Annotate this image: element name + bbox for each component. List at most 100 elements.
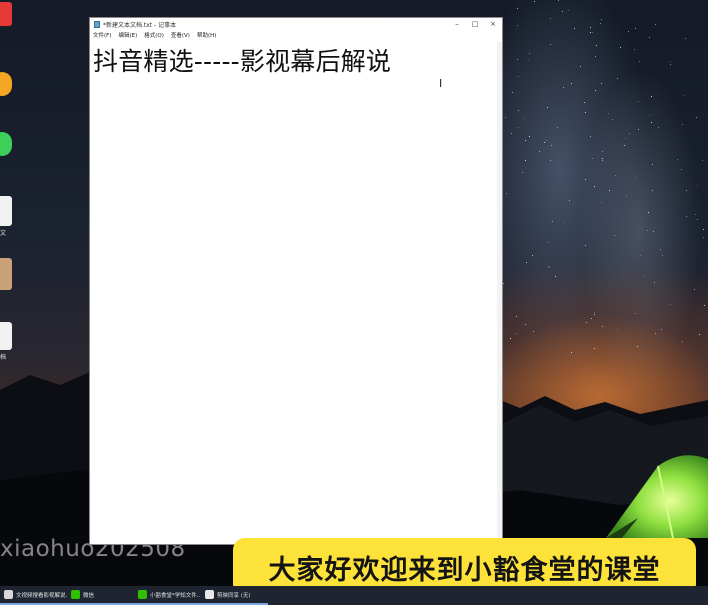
desktop-icon-document[interactable]: X 文: [0, 196, 34, 237]
vertical-scrollbar[interactable]: [497, 42, 502, 538]
notepad-icon: [94, 20, 100, 28]
star: [684, 37, 686, 39]
window-titlebar[interactable]: *新建文本文档.txt - 记事本 – □ ×: [90, 18, 502, 30]
star: [620, 47, 621, 49]
red-app-icon: [0, 2, 12, 26]
star: [584, 102, 586, 104]
star: [516, 7, 518, 9]
maximize-button[interactable]: □: [466, 20, 484, 28]
star: [567, 9, 569, 11]
taskbar-item-browser[interactable]: 文视频搜看影视解说…: [0, 586, 67, 605]
star: [511, 92, 513, 94]
star: [600, 23, 602, 25]
star: [601, 159, 603, 161]
star: [612, 118, 614, 120]
taskbar-item-wechat-file[interactable]: 小豁食堂*学知文件…: [134, 586, 201, 605]
star: [600, 201, 602, 203]
menu-view[interactable]: 查看(V): [171, 31, 190, 39]
star: [652, 189, 654, 191]
desktop-icon-text-file[interactable]: 文档: [0, 322, 34, 361]
star: [601, 150, 603, 152]
star: [585, 179, 587, 181]
text-editor-area[interactable]: 抖音精选-----影视幕后解说: [93, 42, 496, 538]
desktop-icon-green-app[interactable]: [0, 132, 34, 156]
close-button[interactable]: ×: [484, 20, 502, 28]
star: [651, 96, 653, 98]
window-title: *新建文本文档.txt - 记事本: [103, 21, 177, 29]
star: [639, 254, 641, 256]
star: [592, 158, 594, 160]
star: [548, 241, 550, 243]
desktop-icon-red-app[interactable]: 中: [0, 2, 34, 37]
editor-text: 抖音精选-----影视幕后解说: [93, 47, 392, 76]
star: [594, 185, 596, 187]
star: [652, 164, 654, 166]
minimize-button[interactable]: –: [448, 20, 466, 28]
star: [590, 135, 592, 137]
menu-file[interactable]: 文件(F): [93, 31, 111, 39]
star: [505, 193, 507, 195]
star: [538, 150, 540, 152]
notepad-window[interactable]: *新建文本文档.txt - 记事本 – □ × 文件(F) 编辑(E) 格式(O…: [89, 17, 503, 545]
desktop-icon-photo-file[interactable]: [0, 258, 34, 290]
taskbar-item-wechat[interactable]: 微信: [67, 586, 134, 605]
star: [556, 126, 558, 128]
star: [524, 323, 526, 325]
star: [649, 37, 651, 39]
star: [625, 138, 627, 140]
star: [573, 27, 575, 29]
star: [534, 1, 536, 3]
taskbar: 文视频搜看影视解说… 微信 小豁食堂*学知文件… 剪映同享 (无): [0, 586, 708, 605]
taskbar-item-label: 文视频搜看影视解说…: [16, 592, 67, 599]
star: [516, 24, 518, 26]
menu-edit[interactable]: 编辑(E): [118, 31, 137, 39]
star: [601, 18, 603, 20]
star: [590, 27, 592, 29]
star: [595, 90, 597, 92]
ibeam-cursor-icon: I: [439, 77, 443, 90]
star: [659, 249, 661, 251]
wechat-icon: [71, 590, 80, 599]
star: [670, 60, 672, 62]
capcut-icon: [205, 590, 214, 599]
menu-help[interactable]: 帮助(H): [197, 31, 216, 39]
star: [518, 126, 520, 128]
star: [651, 121, 653, 123]
star: [681, 169, 683, 171]
star: [670, 303, 672, 305]
star: [648, 115, 650, 117]
star: [545, 140, 547, 142]
star: [638, 60, 640, 62]
taskbar-item-label: 微信: [83, 592, 95, 599]
star: [596, 45, 598, 47]
star: [547, 266, 549, 268]
glowing-tent: [598, 455, 708, 543]
star: [602, 326, 604, 328]
desktop-icon-orange-app[interactable]: [0, 72, 34, 96]
desktop-icon-label: X 文: [0, 230, 7, 237]
star: [702, 160, 704, 162]
wechat-icon: [138, 590, 147, 599]
star: [517, 58, 519, 60]
star: [525, 140, 527, 142]
taskbar-item-label: 小豁食堂*学知文件…: [150, 592, 201, 599]
star: [670, 64, 672, 66]
menu-format[interactable]: 格式(O): [144, 31, 164, 39]
star: [616, 77, 618, 79]
star: [693, 288, 695, 290]
star: [613, 234, 615, 236]
star: [629, 133, 631, 135]
star: [682, 124, 684, 125]
text-file-icon: [0, 322, 12, 350]
taskbar-item-capcut[interactable]: 剪映同享 (无): [201, 586, 268, 605]
star: [551, 144, 553, 146]
star: [614, 175, 616, 177]
star: [643, 275, 645, 277]
star: [550, 43, 552, 45]
star: [658, 126, 660, 128]
star: [590, 32, 592, 34]
star: [510, 132, 512, 134]
star: [552, 221, 554, 223]
star: [529, 136, 530, 137]
star: [653, 230, 655, 232]
